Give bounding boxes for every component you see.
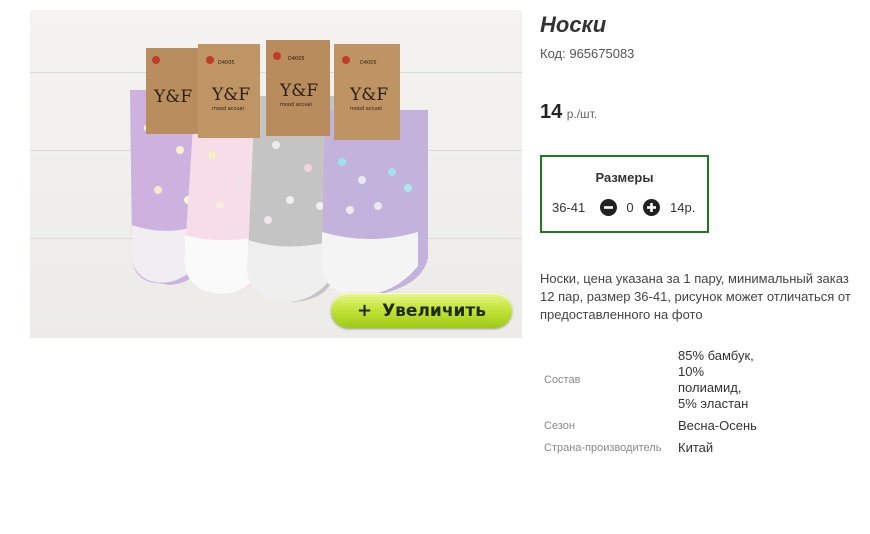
tag-subbrand-3: mood accuei: [280, 102, 312, 108]
spec-row: Состав 85% бамбук, 10% полиамид, 5% элас…: [540, 345, 758, 415]
sizes-title: Размеры: [595, 170, 654, 185]
tag-brand-2: Y&F: [211, 85, 250, 105]
spec-value: 85% бамбук, 10% полиамид, 5% эластан: [678, 348, 754, 411]
product-price: 14 р./шт.: [540, 101, 597, 124]
socks-photo: Y&F Y&F Y&F Y&F D4005 D4005 D4005 mood a…: [130, 40, 428, 302]
size-label: 36-41: [552, 200, 586, 215]
spec-value: Китай: [678, 440, 714, 455]
product-title: Носки: [540, 12, 607, 37]
plus-icon: +: [356, 300, 373, 321]
plus-icon: [647, 203, 656, 212]
spec-name: Страна-производитель: [544, 441, 662, 454]
product-code: Код: 965675083: [540, 46, 634, 61]
decrease-quantity-button[interactable]: [600, 199, 617, 216]
product-description: Носки, цена указана за 1 пару, минимальн…: [540, 271, 851, 322]
sizes-box: Размеры 36-41 0 14р.: [540, 155, 709, 233]
spec-row: Сезон Весна-Осень: [540, 415, 758, 437]
product-code-value: 965675083: [569, 46, 635, 61]
specs-table: Состав 85% бамбук, 10% полиамид, 5% элас…: [540, 345, 758, 459]
size-price: 14р.: [670, 200, 696, 215]
spec-name: Сезон: [544, 419, 575, 432]
tag-brand-3: Y&F: [279, 81, 318, 101]
zoom-button[interactable]: + Увеличить: [331, 293, 512, 328]
spec-value: Весна-Осень: [678, 418, 757, 433]
tag-brand-4: Y&F: [349, 85, 388, 105]
product-code-label: Код:: [540, 46, 566, 61]
minus-icon: [604, 206, 613, 209]
tag-article-2: D4005: [218, 60, 235, 66]
product-image[interactable]: Y&F Y&F Y&F Y&F D4005 D4005 D4005 mood a…: [30, 10, 522, 338]
tag-subbrand-2: mood accuei: [212, 106, 244, 112]
zoom-button-label: Увеличить: [382, 300, 487, 321]
spec-row: Страна-производитель Китай: [540, 437, 758, 459]
size-row: 36-41 0 14р.: [552, 199, 695, 216]
price-unit: р./шт.: [566, 107, 598, 121]
tag-article-3: D4005: [288, 56, 305, 62]
tag-subbrand-4: mood accuei: [350, 106, 382, 112]
tag-brand-1: Y&F: [153, 87, 192, 107]
price-amount: 14: [540, 101, 563, 123]
tag-article-4: D4005: [360, 60, 377, 66]
increase-quantity-button[interactable]: [643, 199, 660, 216]
spec-name: Состав: [544, 373, 581, 386]
quantity-value[interactable]: 0: [617, 200, 643, 215]
